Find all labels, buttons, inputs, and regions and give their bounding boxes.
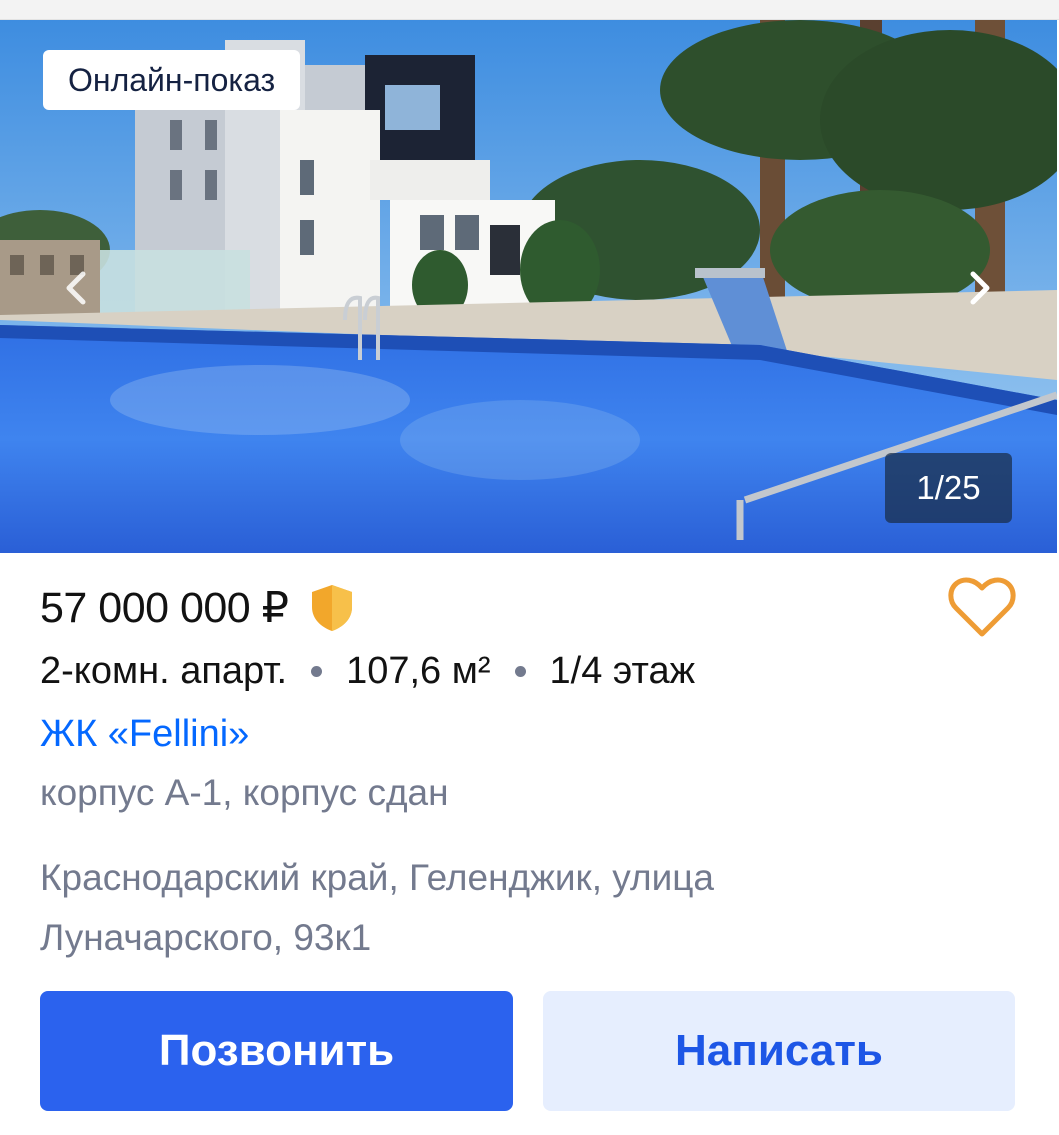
write-button[interactable]: Написать xyxy=(543,991,1015,1111)
gallery-next-button[interactable] xyxy=(950,258,1010,318)
photo-gallery[interactable]: Онлайн-показ 1/25 xyxy=(0,20,1057,553)
separator-dot xyxy=(514,665,526,677)
online-showing-badge: Онлайн-показ xyxy=(43,50,301,110)
area-param: 107,6 м² xyxy=(346,649,491,692)
address: Краснодарский край, Геленджик, улица Лун… xyxy=(40,857,715,958)
chevron-left-icon xyxy=(66,271,86,305)
heart-outline-icon xyxy=(948,577,1016,637)
gallery-prev-button[interactable] xyxy=(46,258,106,318)
floor-param: 1/4 этаж xyxy=(549,649,695,692)
top-bar xyxy=(0,0,1059,20)
building-info: корпус А-1, корпус сдан xyxy=(40,772,449,813)
complex-link[interactable]: ЖК «Fellini» xyxy=(40,713,249,756)
separator-dot xyxy=(311,665,323,677)
price: 57 000 000 ₽ xyxy=(40,584,289,632)
photo-counter: 1/25 xyxy=(885,453,1012,523)
listing-params: 2-комн. апарт. 107,6 м² 1/4 этаж xyxy=(40,645,695,697)
price-row: 57 000 000 ₽ xyxy=(40,578,355,638)
favorite-button[interactable] xyxy=(948,576,1016,640)
rooms-param: 2-комн. апарт. xyxy=(40,649,288,692)
chevron-right-icon xyxy=(970,271,990,305)
call-button[interactable]: Позвонить xyxy=(40,991,513,1111)
shield-icon xyxy=(311,585,352,631)
